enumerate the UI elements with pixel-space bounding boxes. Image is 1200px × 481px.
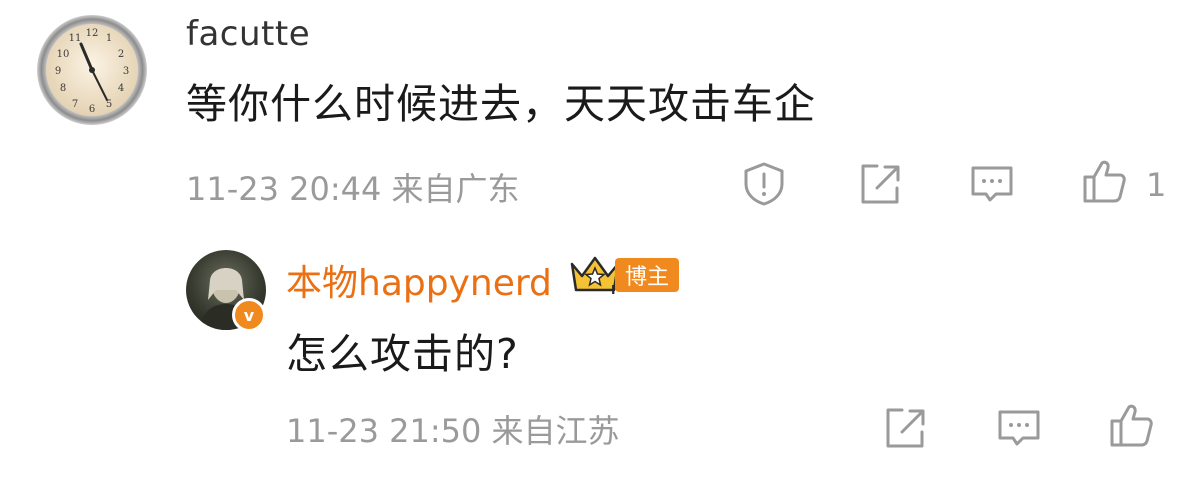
clock-numeral: 12 bbox=[86, 28, 99, 39]
clock-numeral: 4 bbox=[118, 83, 124, 94]
like-icon[interactable] bbox=[1107, 401, 1155, 449]
clock-numeral: 8 bbox=[60, 83, 66, 94]
share-icon[interactable] bbox=[855, 160, 903, 208]
like-count: 1 bbox=[1146, 166, 1167, 204]
share-icon[interactable] bbox=[880, 404, 928, 452]
clock-numeral: 2 bbox=[118, 49, 124, 60]
blogger-badge: 博主 bbox=[615, 258, 680, 292]
comment-username[interactable]: facutte bbox=[186, 14, 310, 54]
clock-numeral: 9 bbox=[55, 66, 61, 77]
clock-numeral: 3 bbox=[123, 66, 129, 77]
clock-numeral: 10 bbox=[57, 49, 70, 60]
report-icon[interactable] bbox=[740, 160, 788, 208]
clock-numeral: 7 bbox=[72, 99, 78, 110]
comment-text: 等你什么时候进去，天天攻击车企 bbox=[186, 80, 816, 128]
reply-meta: 11-23 21:50 来自江苏 bbox=[286, 412, 620, 450]
comment-icon[interactable] bbox=[995, 404, 1043, 452]
comment-meta: 11-23 20:44 来自广东 bbox=[186, 170, 520, 208]
comment-icon[interactable] bbox=[968, 160, 1016, 208]
like-icon[interactable] bbox=[1080, 157, 1128, 205]
clock-numeral: 1 bbox=[106, 33, 112, 44]
clock-numeral: 6 bbox=[89, 104, 95, 115]
avatar-clock[interactable]: 12 1 2 3 4 5 6 7 8 9 10 11 bbox=[36, 14, 148, 126]
clock-icon: 12 1 2 3 4 5 6 7 8 9 10 11 bbox=[37, 15, 147, 125]
clock-numeral: 11 bbox=[69, 33, 82, 44]
verified-badge: v bbox=[232, 298, 266, 332]
reply-text: 怎么攻击的? bbox=[286, 330, 519, 378]
reply-username[interactable]: 本物happynerd bbox=[286, 254, 552, 306]
crown-icon: I bbox=[568, 254, 622, 297]
